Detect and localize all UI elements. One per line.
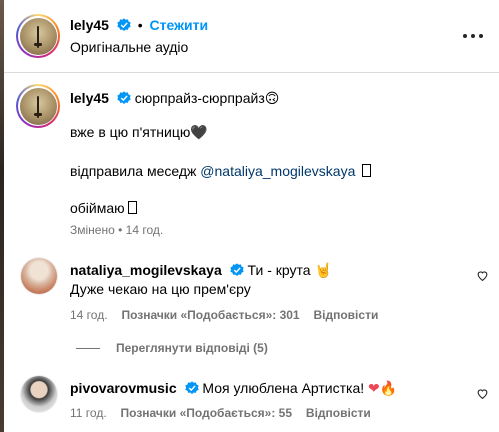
comment-1-text: Ти - крута (247, 262, 311, 278)
verified-badge-icon (117, 91, 131, 104)
caption-meta: Змінено • 14 год. (70, 223, 164, 237)
comment-2-reply-button[interactable]: Відповісти (306, 406, 371, 420)
comment-2-time[interactable]: 11 год. (70, 406, 107, 420)
missing-glyph-icon (362, 164, 372, 177)
caption-time[interactable]: 14 год. (126, 223, 164, 237)
comment-1-time[interactable]: 14 год. (70, 308, 108, 322)
comment-2-username[interactable]: pivovarovmusic (70, 380, 177, 396)
caption-line-4: обіймаю (70, 200, 137, 216)
caption-username[interactable]: lely45 (70, 90, 109, 106)
comment-avatar-nataliya[interactable] (20, 257, 58, 295)
missing-glyph-icon (127, 201, 137, 214)
edited-label: Змінено (70, 223, 115, 237)
rock-hand-emoji: 🤘 (314, 263, 332, 279)
comment-2-meta: 11 год. Позначки «Подобається»: 55 Відпо… (70, 404, 371, 420)
verified-badge-icon (184, 381, 199, 394)
more-options-icon[interactable] (463, 34, 483, 38)
comment-2-line-1: pivovarovmusic Моя улюблена Артистка! ❤🔥 (70, 380, 397, 397)
comment-2-likes[interactable]: Позначки «Подобається»: 55 (121, 406, 292, 420)
audio-label[interactable]: Оригінальне аудіо (70, 39, 188, 55)
header-username[interactable]: lely45 (70, 17, 109, 33)
follow-button[interactable]: Стежити (150, 17, 209, 33)
heart-icon[interactable] (476, 269, 489, 282)
view-replies-button[interactable]: Переглянути відповіді (5) (116, 341, 268, 355)
caption-text-2: вже в цю п'ятницю (70, 124, 191, 140)
caption-text-1: сюрпрайз-сюрпрайз (134, 90, 265, 106)
caption-text-4: обіймаю (70, 200, 125, 216)
caption-line-3: відправила меседж @nataliya_mogilevskaya (70, 163, 372, 179)
black-heart-emoji: 🖤 (190, 125, 208, 141)
caption-avatar[interactable] (16, 84, 60, 128)
verified-badge-icon (230, 263, 244, 276)
post-header: lely45 • Стежити Оригінальне аудіо (4, 0, 499, 73)
upside-down-face-emoji: 🙃 (264, 91, 280, 107)
comment-1-reply-button[interactable]: Відповісти (313, 308, 378, 322)
comment-1-meta: 14 год. Позначки «Подобається»: 301 Відп… (70, 306, 378, 322)
comment-2-text: Моя улюблена Артистка! (202, 380, 365, 396)
verified-badge-icon (117, 18, 131, 31)
header-avatar[interactable] (16, 14, 60, 58)
mention-link[interactable]: @nataliya_mogilevskaya (200, 163, 355, 179)
comment-1-text-2: Дуже чекаю на цю прем'єру (70, 281, 251, 297)
comment-1-likes[interactable]: Позначки «Подобається»: 301 (121, 308, 299, 322)
caption-line-1: lely45 сюрпрайз-сюрпрайз🙃 (70, 90, 279, 107)
comment-1-line-1: nataliya_mogilevskaya Ти - крута 🤘 (70, 262, 332, 279)
replies-divider (76, 348, 100, 349)
comment-1-username[interactable]: nataliya_mogilevskaya (70, 262, 222, 278)
heart-icon[interactable] (476, 387, 489, 400)
heart-fire-emoji: ❤🔥 (368, 381, 398, 397)
caption-line-2: вже в цю п'ятницю🖤 (70, 124, 208, 141)
caption-text-3: відправила меседж (70, 163, 197, 179)
comment-avatar-pivovarov[interactable] (20, 375, 58, 413)
